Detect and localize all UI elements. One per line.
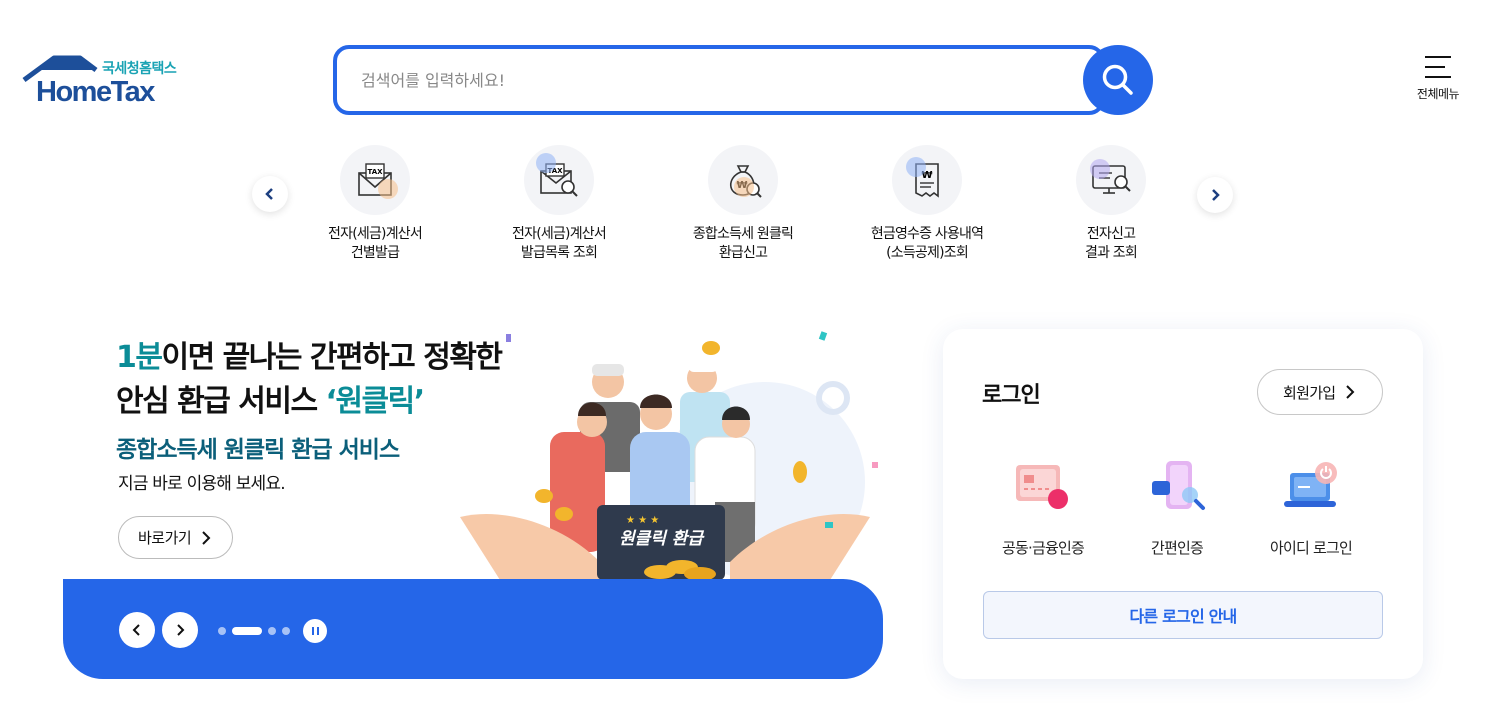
search-box — [333, 45, 1105, 115]
login-option-id[interactable]: 아이디 로그인 — [1241, 459, 1381, 558]
quick-menu-label: 전자(세금)계산서 발급목록 조회 — [512, 226, 607, 261]
banner-next-button[interactable] — [162, 612, 198, 648]
quick-menu-label: 전자신고 결과 조회 — [1085, 226, 1138, 261]
hamburger-icon — [1425, 56, 1451, 78]
banner-description: 지금 바로 이용해 보세요. — [118, 474, 286, 494]
login-card: 로그인 회원가입 공동·금융인증 간편인증 아이디 로그인 다른 로그인 안내 — [943, 329, 1423, 679]
svg-text:TAX: TAX — [367, 168, 383, 176]
banner-title-line2-highlight: ‘원클릭’ — [325, 384, 426, 419]
quick-menu-item[interactable]: TAX 전자(세금)계산서 건별발급 — [283, 145, 467, 263]
login-option-label: 공동·금융인증 — [1002, 539, 1085, 557]
laptop-id-icon — [1280, 459, 1342, 515]
join-button-label: 회원가입 — [1283, 383, 1336, 402]
pause-icon-bar — [316, 627, 319, 635]
search-button[interactable] — [1083, 45, 1153, 115]
banner-go-label: 바로가기 — [138, 529, 192, 547]
banner-subtitle: 종합소득세 원클릭 환급 서비스 — [116, 437, 400, 463]
quick-menu-label: 종합소득세 원클릭 환급신고 — [692, 226, 794, 261]
login-option-label: 아이디 로그인 — [1270, 539, 1353, 557]
quick-menu-item[interactable]: ₩ 현금영수증 사용내역 (소득공제)조회 — [835, 145, 1019, 263]
quick-menu-item[interactable]: ₩ 종합소득세 원클릭 환급신고 — [651, 145, 835, 263]
chevron-left-icon — [265, 188, 273, 200]
login-option-simple-auth[interactable]: 간편인증 — [1107, 459, 1247, 558]
chevron-right-icon — [202, 530, 211, 545]
chevron-left-icon — [132, 624, 140, 636]
other-login-button[interactable]: 다른 로그인 안내 — [983, 591, 1383, 639]
banner-go-button[interactable]: 바로가기 — [118, 516, 233, 559]
pagination-dot[interactable] — [268, 627, 276, 635]
all-menu-button[interactable]: 전체메뉴 — [1408, 56, 1468, 108]
banner-prev-button[interactable] — [119, 612, 155, 648]
receipt-icon: ₩ — [892, 145, 962, 215]
quick-menu-item[interactable]: TAX 전자(세금)계산서 발급목록 조회 — [467, 145, 651, 263]
pagination-dot[interactable] — [218, 627, 226, 635]
search-input[interactable] — [361, 63, 1061, 97]
join-button[interactable]: 회원가입 — [1257, 369, 1383, 415]
login-option-certificate[interactable]: 공동·금융인증 — [973, 459, 1113, 558]
logo-title: HomeTax — [36, 76, 155, 108]
banner-title-line2: 안심 환급 서비스 — [116, 384, 326, 419]
login-option-label: 간편인증 — [1150, 539, 1204, 557]
chevron-right-icon — [177, 624, 185, 636]
banner-title-highlight: 1분 — [116, 340, 163, 375]
chevron-right-icon — [1346, 385, 1355, 399]
phone-auth-icon — [1146, 459, 1208, 515]
money-bag-icon: ₩ — [708, 145, 778, 215]
hometax-logo[interactable]: 국세청홈택스 HomeTax — [22, 54, 184, 108]
all-menu-label: 전체메뉴 — [1416, 87, 1460, 101]
logo-subtitle: 국세청홈택스 — [102, 61, 177, 77]
pause-icon — [311, 627, 314, 635]
quick-menu-label: 전자(세금)계산서 건별발급 — [328, 226, 423, 261]
quick-menu-item[interactable]: 전자신고 결과 조회 — [1019, 145, 1203, 263]
pagination-dot[interactable] — [282, 627, 290, 635]
quick-menu-label: 현금영수증 사용내역 (소득공제)조회 — [870, 226, 984, 261]
svg-text:★ ★ ★: ★ ★ ★ — [626, 515, 659, 526]
monitor-search-icon — [1076, 145, 1146, 215]
login-title: 로그인 — [982, 383, 1041, 408]
banner-pagination — [218, 627, 290, 635]
banner-sign-text: 원클릭 환급 — [619, 529, 705, 549]
chevron-right-icon — [1212, 189, 1220, 201]
banner-pause-button[interactable] — [303, 619, 327, 643]
certificate-icon — [1012, 459, 1074, 515]
tax-envelope-icon: TAX — [340, 145, 410, 215]
pagination-dot-active[interactable] — [232, 627, 262, 635]
tax-search-icon: TAX — [524, 145, 594, 215]
search-icon — [1102, 64, 1133, 95]
banner-illustration: ★ ★ ★ 원클릭 환급 — [460, 331, 878, 580]
